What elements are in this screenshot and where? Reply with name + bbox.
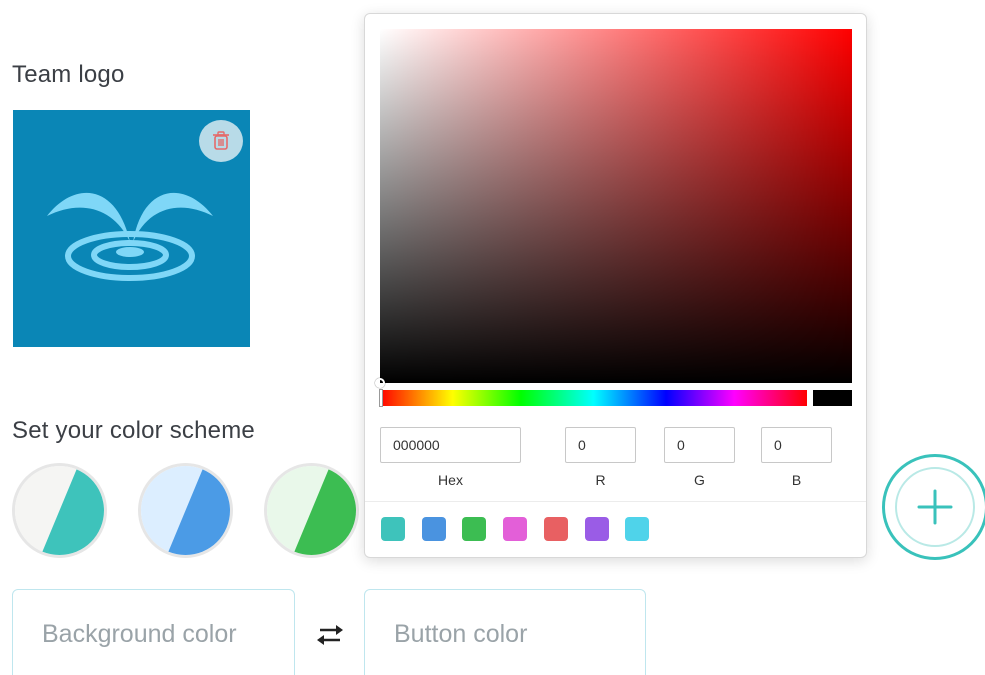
team-logo-label: Team logo [12, 61, 125, 88]
current-color-preview [813, 390, 852, 406]
preset-color-swatch[interactable] [381, 517, 405, 541]
team-settings-page: Team logo Set your color scheme Backgrou… [0, 0, 985, 675]
add-color-scheme-button[interactable] [882, 454, 985, 560]
hue-slider[interactable] [379, 389, 807, 407]
button-color-placeholder: Button color [394, 620, 528, 648]
swap-arrows-icon[interactable] [316, 623, 344, 647]
preset-color-swatch[interactable] [544, 517, 568, 541]
hex-label: Hex [438, 472, 463, 488]
preset-color-swatch[interactable] [625, 517, 649, 541]
picker-divider [365, 501, 866, 502]
background-color-placeholder: Background color [42, 620, 237, 648]
background-color-field[interactable]: Background color [12, 589, 295, 675]
saturation-value-area[interactable] [375, 29, 852, 388]
color-scheme-label: Set your color scheme [12, 417, 255, 444]
button-color-field[interactable]: Button color [364, 589, 646, 675]
preset-color-swatch[interactable] [503, 517, 527, 541]
trash-icon [213, 131, 229, 150]
add-color-scheme-inner-ring [895, 467, 975, 547]
color-scheme-option-1[interactable] [12, 463, 107, 558]
blue-input[interactable] [761, 427, 832, 463]
hue-slider-handle[interactable] [379, 389, 383, 407]
blue-label: B [791, 472, 802, 488]
hex-input[interactable] [380, 427, 521, 463]
color-scheme-option-2[interactable] [138, 463, 233, 558]
saturation-handle[interactable] [375, 378, 385, 388]
delete-logo-button[interactable] [199, 120, 243, 162]
green-input[interactable] [664, 427, 735, 463]
color-scheme-option-3[interactable] [264, 463, 359, 558]
color-picker-popup: Hex R G B [364, 13, 867, 558]
red-label: R [595, 472, 606, 488]
preset-color-swatch[interactable] [585, 517, 609, 541]
plus-icon [917, 489, 953, 525]
red-input[interactable] [565, 427, 636, 463]
green-label: G [694, 472, 705, 488]
preset-color-swatch[interactable] [462, 517, 486, 541]
preset-color-swatch[interactable] [422, 517, 446, 541]
